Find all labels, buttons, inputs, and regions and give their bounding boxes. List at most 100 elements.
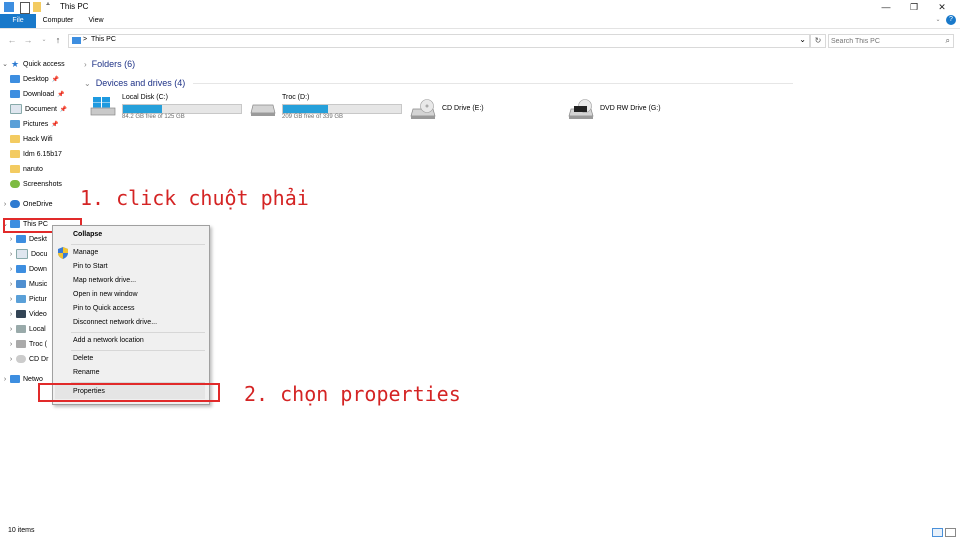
nav-child-documents[interactable]: › Docu <box>6 248 47 262</box>
this-pc-small-icon <box>72 37 81 44</box>
menu-separator <box>71 244 205 245</box>
search-icon: ⌕ <box>945 36 950 45</box>
new-folder-quick-icon[interactable] <box>33 2 41 12</box>
maximize-button[interactable]: ❐ <box>902 0 926 14</box>
expand-chevron-icon[interactable]: › <box>0 373 10 387</box>
menu-item-pin-to-start[interactable]: Pin to Start <box>73 263 108 270</box>
menu-item-pin-quick-access[interactable]: Pin to Quick access <box>73 305 134 312</box>
search-box[interactable]: ⌕ <box>828 34 954 48</box>
nav-item-hack-wifi[interactable]: Hack Wifi <box>10 133 53 147</box>
pictures-icon <box>10 120 20 129</box>
forward-arrow-icon[interactable]: → <box>22 34 34 46</box>
collapse-chevron-icon[interactable]: ⌄ <box>84 79 91 88</box>
nav-quick-access[interactable]: ⌄ ★ Quick access <box>0 58 65 72</box>
music-icon <box>16 280 26 289</box>
refresh-button[interactable]: ↻ <box>810 34 826 48</box>
nav-child-desktop[interactable]: › Deskt <box>6 233 47 247</box>
devices-group-header[interactable]: ⌄ Devices and drives (4) <box>84 78 794 88</box>
expand-chevron-icon[interactable]: › <box>6 248 16 262</box>
help-icon[interactable]: ? <box>946 15 956 25</box>
breadcrumb-this-pc[interactable]: This PC <box>91 36 116 43</box>
address-dropdown-icon[interactable]: ⌄ <box>799 35 806 44</box>
expand-chevron-icon[interactable]: › <box>0 198 10 212</box>
drive-dvd-g[interactable]: DVD RW Drive (G:) <box>568 97 718 123</box>
tab-file[interactable]: File <box>0 14 36 28</box>
local-disk-icon <box>16 325 26 334</box>
group-label: Folders (6) <box>91 59 136 69</box>
drive-name: Troc (D:) <box>282 94 310 101</box>
nav-label: Pictures <box>23 121 49 128</box>
nav-child-videos[interactable]: › Video <box>6 308 47 322</box>
context-menu: Collapse Manage Pin to Start Map network… <box>52 225 210 405</box>
menu-item-rename[interactable]: Rename <box>73 369 99 376</box>
recent-locations-chevron-icon[interactable]: ⌄ <box>38 34 50 46</box>
documents-icon <box>16 249 28 260</box>
nav-label: Deskt <box>29 236 47 243</box>
back-arrow-icon[interactable]: ← <box>6 34 18 46</box>
expand-chevron-icon[interactable]: › <box>6 323 16 337</box>
up-arrow-icon[interactable]: ↑ <box>52 34 64 46</box>
tab-computer[interactable]: Computer <box>40 14 76 28</box>
properties-quick-icon[interactable] <box>20 2 30 14</box>
nav-label: Hack Wifi <box>23 136 53 143</box>
nav-item-idm[interactable]: Idm 6.15b17 <box>10 148 62 162</box>
collapse-chevron-icon[interactable]: ⌄ <box>0 58 10 72</box>
menu-item-open-new-window[interactable]: Open in new window <box>73 291 138 298</box>
annotation-step2: 2. chọn properties <box>244 382 461 406</box>
drive-troc-d[interactable]: Troc (D:) 209 GB free of 339 GB <box>250 94 410 120</box>
search-input[interactable] <box>831 35 935 47</box>
menu-item-collapse[interactable]: Collapse <box>73 231 102 238</box>
expand-chevron-icon[interactable]: › <box>6 233 16 247</box>
nav-child-cd-drive[interactable]: › CD Dr <box>6 353 48 367</box>
cd-icon <box>16 355 26 364</box>
expand-chevron-icon[interactable]: › <box>6 278 16 292</box>
drive-cd-e[interactable]: CD Drive (E:) <box>410 97 550 123</box>
address-bar[interactable]: > This PC ⌄ <box>68 34 810 48</box>
nav-child-troc[interactable]: › Troc ( <box>6 338 47 352</box>
folders-group-header[interactable]: › Folders (6) <box>84 59 135 69</box>
group-label: Devices and drives (4) <box>95 78 186 88</box>
expand-chevron-icon[interactable]: › <box>6 308 16 322</box>
menu-item-map-network-drive[interactable]: Map network drive... <box>73 277 136 284</box>
nav-child-music[interactable]: › Music <box>6 278 47 292</box>
nav-onedrive[interactable]: › OneDrive <box>0 198 53 212</box>
drive-free-space: 84.2 GB free of 125 GB <box>122 114 185 120</box>
menu-item-add-network-location[interactable]: Add a network location <box>73 337 144 344</box>
nav-item-screenshots[interactable]: Screenshots <box>10 178 62 192</box>
pin-icon: 📌 <box>51 77 60 83</box>
large-icons-view-icon[interactable] <box>945 528 956 537</box>
close-button[interactable]: ✕ <box>930 0 954 14</box>
nav-item-downloads[interactable]: Download 📌 <box>10 88 65 102</box>
nav-item-documents[interactable]: Document 📌 <box>10 103 67 117</box>
expand-chevron-icon[interactable]: › <box>6 338 16 352</box>
expand-chevron-icon[interactable]: › <box>6 353 16 367</box>
nav-child-downloads[interactable]: › Down <box>6 263 47 277</box>
menu-item-delete[interactable]: Delete <box>73 355 93 362</box>
drive-usage-fill <box>283 105 328 113</box>
annotation-step1: 1. click chuột phải <box>80 186 309 210</box>
nav-network[interactable]: › Netwo <box>0 373 43 387</box>
nav-label: Desktop <box>23 76 49 83</box>
drive-local-disk-c[interactable]: Local Disk (C:) 84.2 GB free of 125 GB <box>90 94 250 120</box>
nav-item-naruto[interactable]: naruto <box>10 163 43 177</box>
documents-icon <box>10 104 22 115</box>
menu-item-disconnect-network-drive[interactable]: Disconnect network drive... <box>73 319 157 326</box>
shield-icon <box>58 247 68 259</box>
nav-child-pictures[interactable]: › Pictur <box>6 293 47 307</box>
ribbon-expand-icon[interactable]: ⌄ <box>934 16 942 24</box>
nav-item-pictures[interactable]: Pictures 📌 <box>10 118 59 132</box>
minimize-button[interactable]: — <box>874 0 898 14</box>
tab-view[interactable]: View <box>80 14 112 28</box>
drive-usage-fill <box>123 105 162 113</box>
nav-item-desktop[interactable]: Desktop 📌 <box>10 73 59 87</box>
expand-chevron-icon[interactable]: › <box>6 293 16 307</box>
customize-quick-access-icon[interactable]: ⩡ <box>46 1 50 9</box>
download-folder-icon <box>10 90 20 99</box>
expand-chevron-icon[interactable]: › <box>6 263 16 277</box>
nav-child-local-disk[interactable]: › Local <box>6 323 46 337</box>
breadcrumb-separator[interactable]: > <box>83 36 87 43</box>
this-pc-icon <box>4 2 14 12</box>
details-view-icon[interactable] <box>932 528 943 537</box>
expand-chevron-icon[interactable]: › <box>84 60 87 69</box>
menu-item-manage[interactable]: Manage <box>73 249 98 256</box>
